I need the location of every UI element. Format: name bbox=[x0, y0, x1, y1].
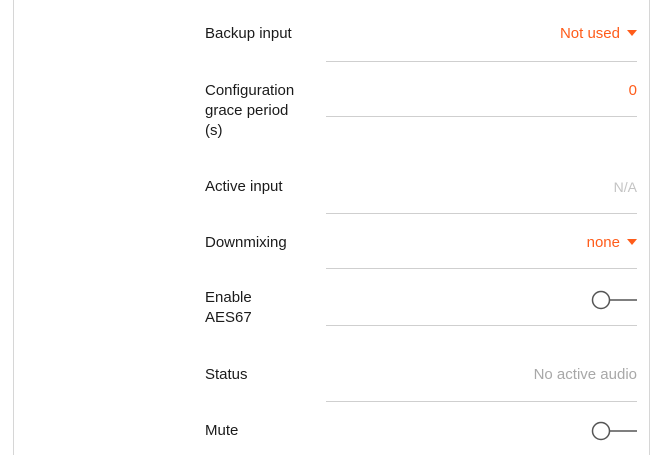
enable-aes67-row: Enable AES67 bbox=[205, 288, 637, 338]
grace-period-label: Configuration grace period (s) bbox=[205, 82, 295, 139]
status-row: Status No active audio bbox=[205, 365, 637, 405]
status-label: Status bbox=[205, 366, 248, 383]
active-input-row: Active input N/A bbox=[205, 177, 637, 217]
backup-input-select[interactable]: Not used bbox=[560, 24, 637, 44]
enable-aes67-label: Enable AES67 bbox=[205, 289, 252, 326]
backup-input-value: Not used bbox=[559, 25, 620, 42]
status-value: No active audio bbox=[533, 366, 637, 383]
enable-aes67-underline bbox=[326, 325, 637, 326]
caret-down-icon bbox=[627, 30, 637, 37]
active-input-underline bbox=[326, 213, 637, 214]
enable-aes67-toggle[interactable] bbox=[591, 289, 637, 311]
grace-period-row: Configuration grace period (s) 0 bbox=[205, 81, 637, 151]
grace-period-underline bbox=[326, 116, 637, 117]
status-underline bbox=[326, 401, 637, 402]
caret-down-icon bbox=[627, 239, 637, 246]
active-input-value: N/A bbox=[613, 179, 637, 195]
mute-row: Mute bbox=[205, 421, 637, 451]
downmixing-label: Downmixing bbox=[205, 234, 287, 251]
downmixing-row: Downmixing none bbox=[205, 233, 637, 273]
settings-panel: Backup input Not used Configuration grac… bbox=[0, 0, 662, 455]
mute-toggle[interactable] bbox=[591, 420, 637, 442]
mute-label: Mute bbox=[205, 422, 239, 439]
backup-input-label: Backup input bbox=[205, 25, 292, 42]
downmixing-underline bbox=[326, 268, 637, 269]
toggle-off-icon bbox=[591, 421, 637, 441]
grace-period-input[interactable]: 0 bbox=[629, 81, 637, 101]
panel-right-border bbox=[649, 0, 650, 455]
toggle-off-icon bbox=[591, 290, 637, 310]
downmixing-value: none bbox=[586, 234, 620, 251]
active-input-label: Active input bbox=[205, 178, 283, 195]
backup-input-underline bbox=[326, 61, 637, 62]
panel-left-border bbox=[13, 0, 14, 455]
downmixing-select[interactable]: none bbox=[587, 233, 637, 253]
backup-input-row: Backup input Not used bbox=[205, 24, 637, 64]
